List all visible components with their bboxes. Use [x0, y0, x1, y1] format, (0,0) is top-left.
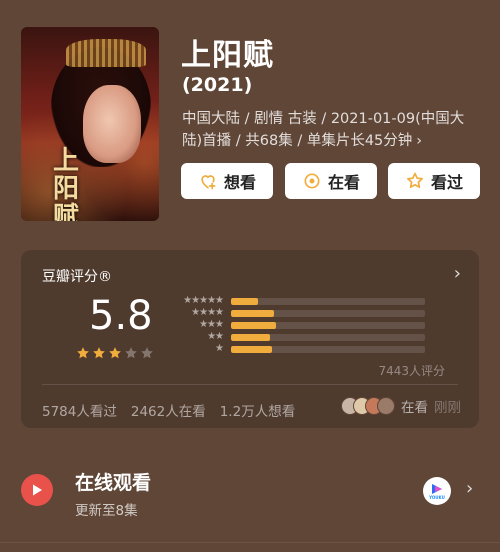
distribution-row: ★ [175, 343, 425, 355]
online-watch-row[interactable]: 在线观看 更新至8集 YOUKU › [21, 466, 479, 519]
distribution-track [231, 309, 425, 317]
rater-count: 7443人评分 [378, 364, 445, 378]
star-empty-icon [125, 347, 137, 359]
distribution-track [231, 345, 425, 353]
star-outline-icon [406, 172, 423, 188]
movie-title: 上阳赋 [181, 38, 274, 73]
online-subtitle: 更新至8集 [75, 503, 138, 519]
avatar-group [341, 397, 395, 415]
rating-title: 豆瓣评分® [42, 269, 112, 285]
distribution-row: ★★ [175, 331, 425, 343]
watching-count: 2462人在看 [130, 404, 206, 420]
poster-crown [66, 39, 146, 67]
rating-distribution: ★★★★★ ★★★★ ★★★ ★★ ★ [175, 295, 425, 355]
chevron-right-icon[interactable]: › [454, 263, 461, 284]
distribution-label: ★★★★★ [183, 295, 224, 306]
poster-calligraphy: 上 阳 赋 [52, 146, 79, 221]
poster-face [83, 85, 141, 163]
distribution-fill [231, 321, 276, 329]
now-watching-label: 在看 [401, 400, 428, 416]
distribution-fill [231, 309, 274, 317]
distribution-fill [231, 297, 259, 305]
star-filled-icon [77, 347, 89, 359]
divider [42, 384, 458, 385]
movie-meta[interactable]: 中国大陆 / 剧情 古装 / 2021-01-09(中国大 陆)首播 / 共68… [182, 108, 472, 152]
star-empty-icon [141, 347, 153, 359]
distribution-row: ★★★★ [175, 307, 425, 319]
distribution-track [231, 297, 425, 305]
rating-stars [76, 346, 154, 360]
star-filled-icon [109, 347, 121, 359]
distribution-track [231, 333, 425, 341]
chevron-right-icon: › [416, 133, 423, 149]
heart-plus-icon [201, 175, 216, 190]
distribution-label: ★★★ [199, 319, 224, 330]
want-to-watch-button[interactable]: 想看 [181, 163, 273, 199]
distribution-track [231, 321, 425, 329]
watching-button[interactable]: 在看 [285, 163, 377, 199]
rating-card[interactable]: 豆瓣评分® › 5.8 ★★★★★ ★★★★ ★★★ ★★ ★ 7443人评分 5784… [21, 250, 479, 428]
distribution-fill [231, 333, 270, 341]
now-watching-time: 刚刚 [434, 400, 461, 416]
avatar [377, 397, 395, 415]
distribution-label: ★★★★ [191, 307, 224, 318]
want-label: 想看 [223, 173, 256, 192]
meta-line-1: 中国大陆 / 剧情 古装 / 2021-01-09(中国大 [182, 111, 465, 127]
poster-image[interactable]: 上 阳 赋 [21, 27, 159, 221]
distribution-label: ★★ [207, 331, 224, 342]
watching-label: 在看 [327, 173, 360, 192]
online-title: 在线观看 [75, 472, 152, 494]
distribution-label: ★ [215, 343, 224, 354]
distribution-fill [231, 345, 272, 353]
divider [0, 542, 500, 543]
youku-logo-icon: YOUKU [423, 477, 451, 505]
watched-label: 看过 [430, 173, 463, 192]
movie-year: (2021) [182, 74, 253, 96]
watched-button[interactable]: 看过 [388, 163, 480, 199]
watch-stats: 5784人看过 2462人在看 1.2万人想看 [42, 400, 295, 420]
rating-score: 5.8 [89, 293, 153, 339]
now-watching[interactable]: 在看 刚刚 [341, 396, 461, 416]
meta-line-2: 陆)首播 / 共68集 / 单集片长45分钟 › [182, 133, 423, 149]
chevron-right-icon[interactable]: › [466, 478, 473, 499]
star-filled-icon [93, 347, 105, 359]
distribution-row: ★★★ [175, 319, 425, 331]
play-icon [21, 474, 53, 506]
youku-logo-text: YOUKU [429, 494, 445, 500]
want-count: 1.2万人想看 [219, 404, 296, 420]
distribution-row: ★★★★★ [175, 295, 425, 307]
watched-count: 5784人看过 [42, 404, 117, 420]
watching-icon [304, 173, 320, 189]
